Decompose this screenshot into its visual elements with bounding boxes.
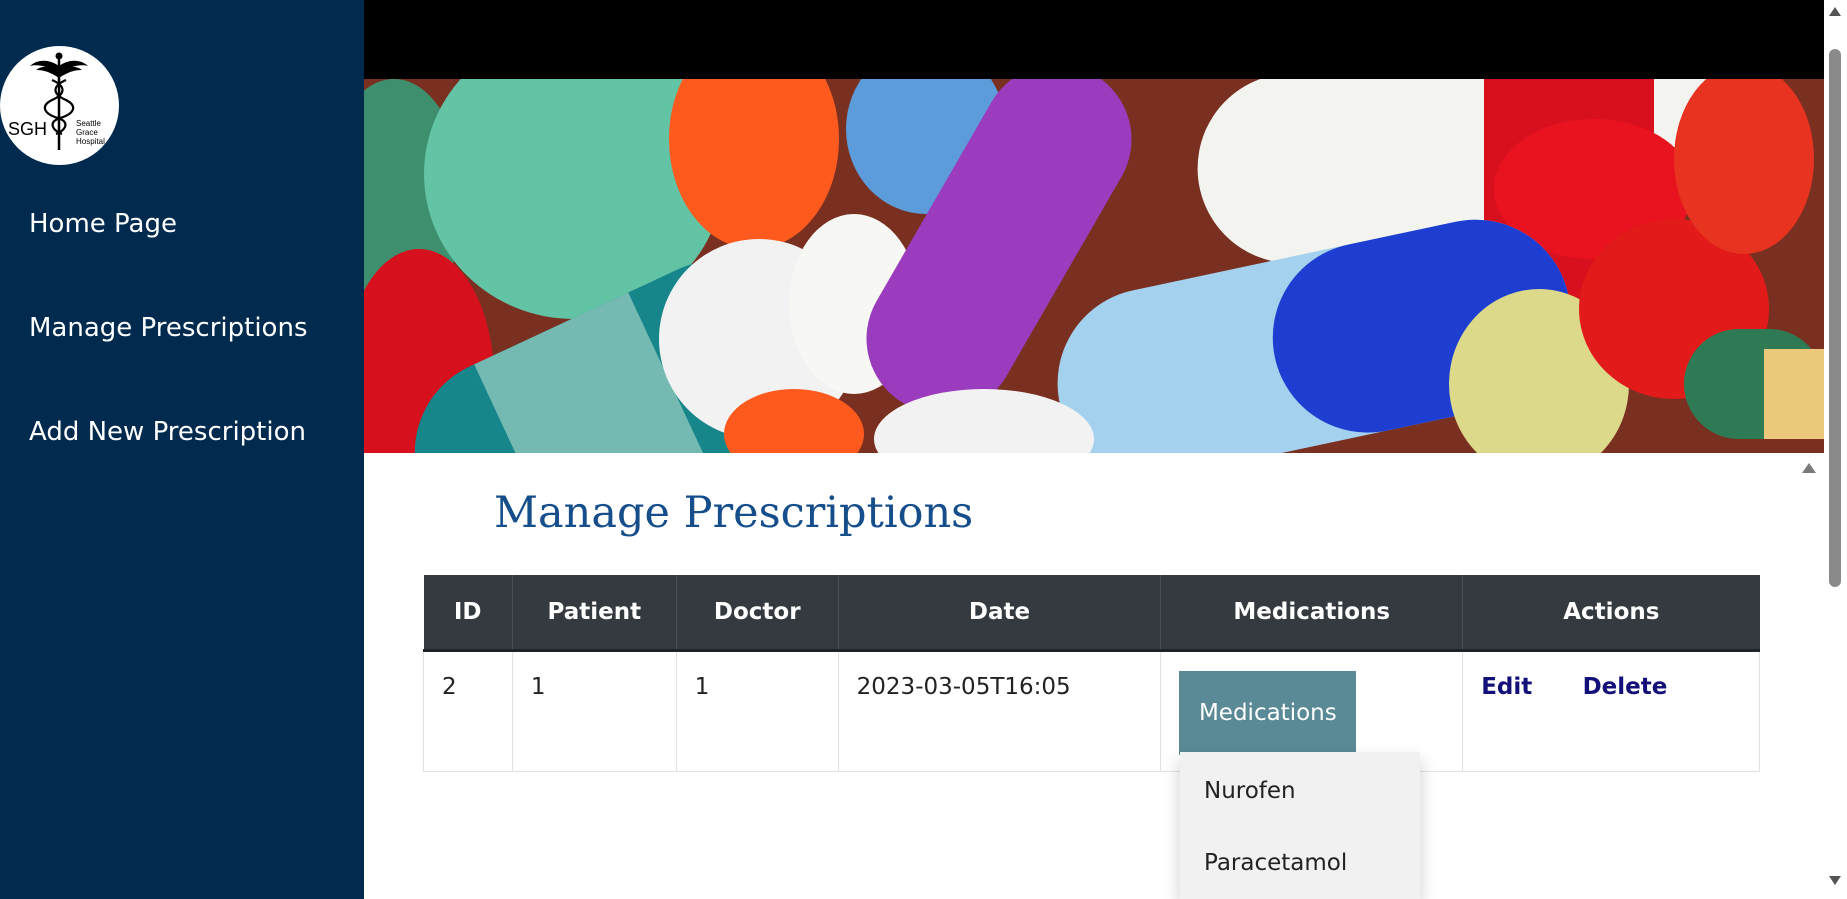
prescriptions-table: ID Patient Doctor Date Medications Actio… [423,575,1760,772]
inner-scroll-up-icon[interactable] [1802,463,1816,473]
cell-actions: Edit Delete [1462,649,1760,772]
delete-link[interactable]: Delete [1583,674,1668,700]
header-patient: Patient [512,575,677,652]
logo-name-line-3: Hospital [76,137,105,146]
cell-patient: 1 [511,649,677,772]
logo-initials: SGH [8,119,47,139]
logo-name-line-1: Seattle [76,119,101,128]
nav-add-new-prescription[interactable]: Add New Prescription [29,417,306,447]
nav-manage-prescriptions[interactable]: Manage Prescriptions [29,313,307,343]
header-medications: Medications [1160,575,1464,652]
hero-banner-image [364,79,1824,453]
header-doctor: Doctor [676,575,839,652]
header-actions: Actions [1462,575,1760,652]
sidebar: SGH Seattle Grace Hospital Home Page Man… [0,0,364,899]
table-row: 2 1 1 2023-03-05T16:05 Medications Edit … [423,649,1760,772]
dropdown-item-paracetamol[interactable]: Paracetamol [1204,850,1347,876]
medications-dropdown-menu: Nurofen Paracetamol [1180,752,1420,899]
caduceus-icon: SGH Seattle Grace Hospital [8,52,105,150]
scroll-up-arrow-icon[interactable] [1829,7,1841,16]
header-id: ID [423,575,513,652]
cell-doctor: 1 [675,649,839,772]
pills-illustration [364,79,1824,453]
hospital-logo[interactable]: SGH Seattle Grace Hospital [0,46,119,165]
page-title: Manage Prescriptions [494,488,974,538]
cell-id: 2 [423,649,513,772]
logo-name-line-2: Grace [76,128,98,137]
edit-link[interactable]: Edit [1481,674,1532,700]
nav-home-page[interactable]: Home Page [29,209,177,239]
scroll-down-arrow-icon[interactable] [1829,876,1841,885]
table-header-row: ID Patient Doctor Date Medications Actio… [423,575,1760,652]
header-date: Date [838,575,1162,652]
top-bar [364,0,1824,79]
scroll-thumb[interactable] [1829,49,1841,587]
dropdown-item-nurofen[interactable]: Nurofen [1204,778,1296,804]
cell-date: 2023-03-05T16:05 [837,649,1162,772]
page-scrollbar[interactable] [1824,0,1847,899]
medications-dropdown-button[interactable]: Medications [1179,670,1357,755]
